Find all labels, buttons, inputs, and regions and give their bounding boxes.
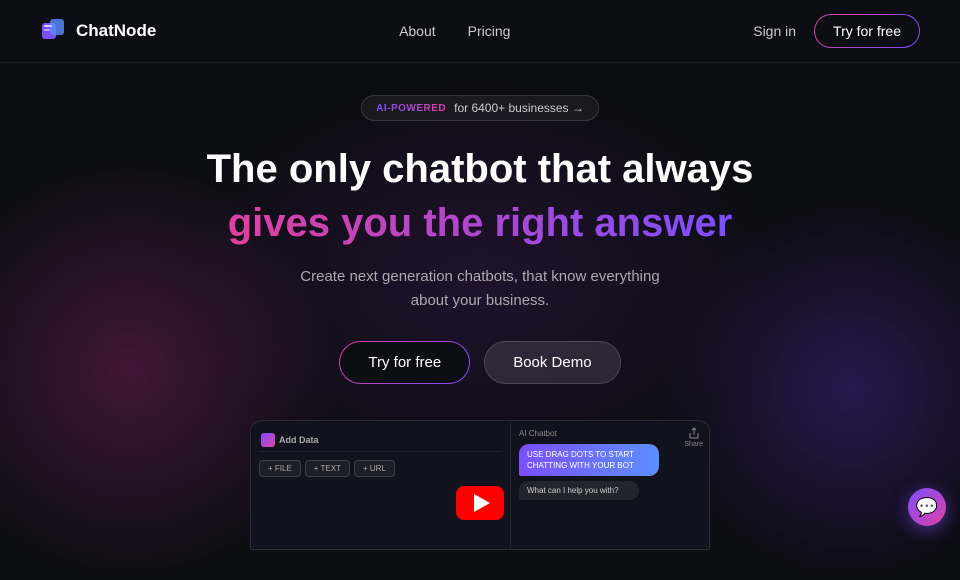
hero-buttons: Try for free Book Demo — [339, 341, 620, 384]
logo-text: ChatNode — [76, 21, 156, 41]
dash-top-bar: Add Data — [259, 429, 502, 452]
youtube-overlay — [456, 486, 504, 520]
chat-bubble-icon: 💬 — [916, 497, 938, 518]
dashboard-window: Add Data + FILE + TEXT + URL AI Chatbot … — [250, 420, 710, 550]
play-triangle-icon — [474, 494, 490, 512]
hero-section: AI-POWERED for 6400+ businesses → The on… — [0, 63, 960, 420]
hero-title-line2: gives you the right answer — [228, 197, 733, 249]
nav-actions: Sign in Try for free — [753, 14, 920, 48]
chat-widget-button[interactable]: 💬 — [908, 488, 946, 526]
nav-link-pricing[interactable]: Pricing — [468, 23, 511, 39]
hero-title-line1: The only chatbot that always — [207, 145, 754, 193]
ai-badge-text: for 6400+ businesses → — [454, 101, 584, 115]
navbar: ChatNode About Pricing Sign in Try for f… — [0, 0, 960, 63]
dash-file-button[interactable]: + FILE — [259, 460, 301, 477]
ai-badge-label: AI-POWERED — [376, 103, 446, 114]
try-free-nav-button[interactable]: Try for free — [814, 14, 920, 48]
dash-add-buttons: + FILE + TEXT + URL — [259, 460, 502, 477]
dashboard-preview: Add Data + FILE + TEXT + URL AI Chatbot … — [0, 420, 960, 550]
dash-logo-small — [261, 433, 275, 447]
hero-subtitle: Create next generation chatbots, that kn… — [290, 265, 670, 313]
dash-url-button[interactable]: + URL — [354, 460, 395, 477]
youtube-play-button[interactable] — [456, 486, 504, 520]
dashboard-left-panel: Add Data + FILE + TEXT + URL — [251, 421, 511, 549]
dashboard-right-panel: AI Chatbot Share USE DRAG DOTS TO START … — [511, 421, 709, 549]
share-label: Share — [684, 441, 703, 448]
nav-links: About Pricing — [399, 23, 510, 39]
dash-text-button[interactable]: + TEXT — [305, 460, 350, 477]
logo-icon — [40, 17, 68, 45]
ai-badge: AI-POWERED for 6400+ businesses → — [361, 95, 599, 121]
sign-in-button[interactable]: Sign in — [753, 23, 796, 39]
chat-bubble-bot: What can I help you with? — [519, 481, 639, 500]
book-demo-button[interactable]: Book Demo — [484, 341, 620, 384]
chat-bubble-user: USE DRAG DOTS TO START CHATTING WITH YOU… — [519, 444, 659, 476]
share-button[interactable]: Share — [684, 427, 703, 448]
logo-area: ChatNode — [40, 17, 156, 45]
nav-link-about[interactable]: About — [399, 23, 436, 39]
dash-title-small: Add Data — [279, 435, 319, 445]
try-free-hero-button[interactable]: Try for free — [339, 341, 470, 384]
dash-chatbot-label: AI Chatbot — [519, 429, 701, 438]
